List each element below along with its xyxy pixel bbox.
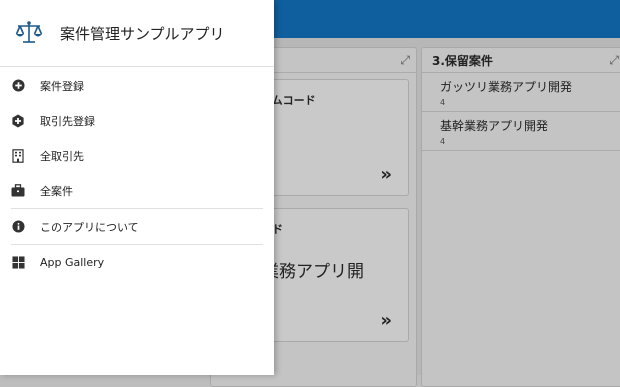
menu-item-label: このアプリについて <box>40 220 139 234</box>
menu-item-label: 案件登録 <box>40 79 84 93</box>
expand-icon[interactable]: ⤢ <box>400 53 410 68</box>
info-icon <box>11 220 25 234</box>
building-icon <box>11 148 25 163</box>
menu-item-app-gallery[interactable]: App Gallery <box>0 245 274 280</box>
item-title: 基幹業務アプリ開発 <box>440 119 549 133</box>
double-chevron-right-icon[interactable]: » <box>380 310 392 331</box>
column-title: 3.保留案件 <box>432 53 493 68</box>
list-item[interactable]: 基幹業務アプリ開発 4 <box>422 112 620 151</box>
menu-item-label: 全案件 <box>40 184 73 198</box>
drawer-header: 案件管理サンプルアプリ <box>0 0 274 67</box>
grid-icon <box>11 256 25 270</box>
menu-item-all-clients[interactable]: 全取引先 <box>0 138 274 173</box>
add-badge-icon <box>11 114 25 128</box>
board-column-right: 3.保留案件 ⤢ ガッツリ業務アプリ開発 4 基幹業務アプリ開発 4 <box>421 47 620 387</box>
item-title: ガッツリ業務アプリ開発 <box>440 80 573 94</box>
menu-item-all-cases[interactable]: 全案件 <box>0 173 274 208</box>
column-header: 3.保留案件 ⤢ <box>422 48 620 73</box>
item-count: 4 <box>440 137 446 146</box>
menu-item-about[interactable]: このアプリについて <box>0 209 274 244</box>
add-circle-icon <box>11 79 25 93</box>
menu-item-register-case[interactable]: 案件登録 <box>0 68 274 103</box>
expand-icon[interactable]: ⤢ <box>609 53 619 68</box>
scales-icon <box>15 21 43 43</box>
item-count: 4 <box>440 98 446 107</box>
menu-item-label: 取引先登録 <box>40 114 95 128</box>
briefcase-icon <box>11 184 25 198</box>
menu-item-label: 全取引先 <box>40 149 84 163</box>
navigation-drawer: 案件管理サンプルアプリ 案件登録 取引先登録 全取引先 全案件 このアプリについ… <box>0 0 274 375</box>
menu-item-label: App Gallery <box>40 256 105 269</box>
menu-item-register-client[interactable]: 取引先登録 <box>0 103 274 138</box>
double-chevron-right-icon[interactable]: » <box>380 164 392 185</box>
app-title: 案件管理サンプルアプリ <box>60 24 225 43</box>
list-item[interactable]: ガッツリ業務アプリ開発 4 <box>422 73 620 112</box>
